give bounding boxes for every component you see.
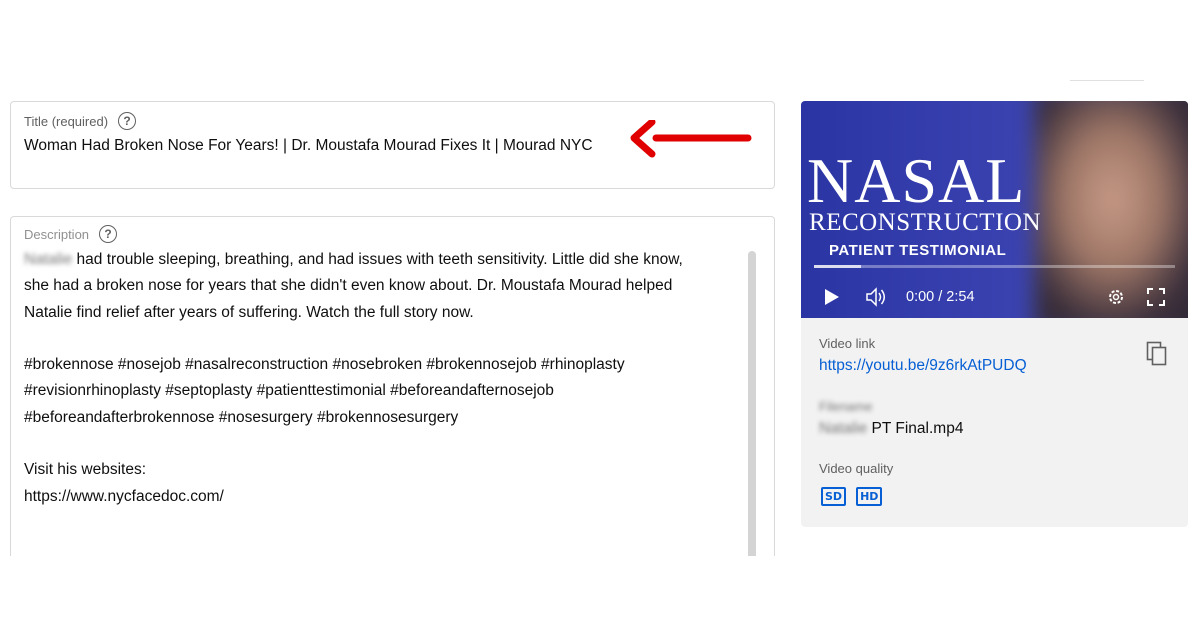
description-line: she had a broken nose for years that she… [24,277,673,295]
description-blank-line [24,326,744,352]
description-field[interactable]: Description ? Natalie had trouble sleepi… [10,216,775,556]
fullscreen-icon[interactable] [1146,287,1166,307]
video-player[interactable]: NASAL RECONSTRUCTION PATIENT TESTIMONIAL… [801,101,1188,318]
description-line: Visit his websites: [24,461,147,479]
description-textarea[interactable]: Natalie had trouble sleeping, breathing,… [24,247,744,510]
description-label-row: Description ? [24,225,118,243]
filename-value: Natalie PT Final.mp4 [819,420,963,438]
filename-label: Filename [819,399,872,414]
description-line: #beforeandafterbrokennose #nosesurgery #… [24,408,459,426]
play-icon[interactable] [823,287,841,307]
hd-badge: HD [856,487,883,506]
title-label: Title (required) [24,113,109,129]
video-link-label: Video link [819,336,876,351]
thumbnail-subtitle: RECONSTRUCTION [809,209,1042,236]
title-label-row: Title (required) ? [24,112,137,130]
progress-fill [814,265,861,268]
thumbnail-title: NASAL [807,145,1026,216]
volume-icon[interactable] [865,287,889,307]
description-blank-line [24,431,744,457]
description-line: Natalie find relief after years of suffe… [24,303,474,321]
description-line: https://www.nycfacedoc.com/ [24,487,224,505]
video-details-panel: NASAL RECONSTRUCTION PATIENT TESTIMONIAL… [801,101,1188,527]
help-icon[interactable]: ? [99,225,118,243]
red-arrow-annotation [630,120,752,158]
video-quality-badges: SD HD [821,487,883,506]
copy-icon[interactable] [1146,341,1168,367]
video-quality-label: Video quality [819,461,894,476]
gear-icon[interactable] [1106,287,1126,307]
description-scrollbar[interactable] [748,251,756,556]
blurred-face [1036,101,1188,318]
video-link[interactable]: https://youtu.be/9z6rkAtPUDQ [819,357,1027,375]
title-input[interactable]: Woman Had Broken Nose For Years! | Dr. M… [24,137,593,155]
description-text: had trouble sleeping, breathing, and had… [72,251,683,268]
help-icon[interactable]: ? [118,112,137,130]
description-line: #revisionrhinoplasty #septoplasty #patie… [24,382,554,400]
progress-bar[interactable] [814,265,1175,268]
top-divider [1070,80,1144,81]
filename-text: PT Final.mp4 [867,420,964,437]
description-line: #brokennose #nosejob #nasalreconstructio… [24,356,625,374]
filename-label-text: Filename [819,399,873,414]
video-time: 0:00 / 2:54 [906,289,975,305]
blurred-name: Natalie [24,251,73,268]
blurred-name: Natalie [819,420,868,437]
sd-badge: SD [821,487,847,506]
description-line: Natalie had trouble sleeping, breathing,… [24,247,744,273]
description-label: Description [24,226,90,242]
thumbnail-tag: PATIENT TESTIMONIAL [829,242,1007,259]
